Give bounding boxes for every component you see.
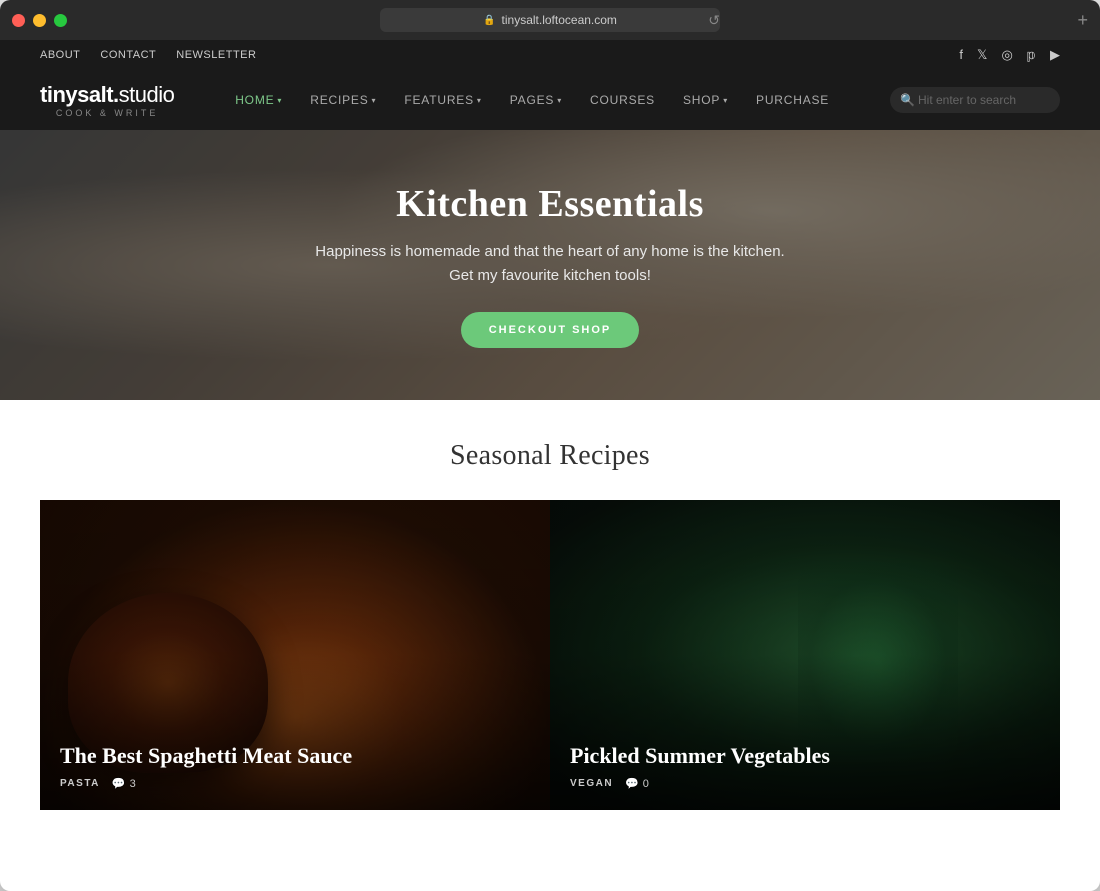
- recipe-title-pasta: The Best Spaghetti Meat Sauce: [60, 743, 530, 769]
- about-link[interactable]: ABOUT: [40, 49, 80, 61]
- nav-home[interactable]: HOME ▾: [223, 85, 294, 115]
- home-arrow-icon: ▾: [277, 96, 282, 105]
- comment-icon-vegan: 💬: [625, 777, 639, 790]
- new-tab-button[interactable]: +: [1077, 10, 1088, 31]
- logo-tagline: COOK & WRITE: [40, 108, 174, 118]
- hero-section: Kitchen Essentials Happiness is homemade…: [0, 130, 1100, 400]
- pages-arrow-icon: ▾: [557, 96, 562, 105]
- instagram-icon[interactable]: ◎: [1001, 47, 1012, 63]
- hero-title: Kitchen Essentials: [315, 182, 784, 226]
- nav-recipes[interactable]: RECIPES ▾: [298, 85, 388, 115]
- youtube-icon[interactable]: ▶: [1050, 47, 1060, 63]
- nav-links: HOME ▾ RECIPES ▾ FEATURES ▾ PAGES ▾ COUR…: [223, 85, 841, 115]
- nav-courses[interactable]: COURSES: [578, 85, 667, 115]
- url-bar[interactable]: 🔒 tinysalt.loftocean.com: [380, 8, 720, 32]
- search-icon: 🔍: [900, 93, 915, 107]
- contact-link[interactable]: CONTACT: [100, 49, 156, 61]
- nav-purchase[interactable]: PURCHASE: [744, 85, 841, 115]
- hero-subtitle: Happiness is homemade and that the heart…: [315, 240, 784, 288]
- hero-content: Kitchen Essentials Happiness is homemade…: [315, 182, 784, 348]
- card-content-left: The Best Spaghetti Meat Sauce PASTA 💬 3: [40, 723, 550, 810]
- mac-window: 🔒 tinysalt.loftocean.com ↺ + ABOUT CONTA…: [0, 0, 1100, 891]
- mac-titlebar: 🔒 tinysalt.loftocean.com ↺ +: [0, 0, 1100, 40]
- checkout-shop-button[interactable]: CHECKOUT SHOP: [461, 312, 640, 348]
- refresh-icon[interactable]: ↺: [708, 12, 720, 29]
- nav-features[interactable]: FEATURES ▾: [392, 85, 493, 115]
- seasonal-section: Seasonal Recipes The Best Spaghetti Meat…: [0, 400, 1100, 810]
- pinterest-icon[interactable]: 𝕡: [1027, 47, 1036, 63]
- search-wrapper: 🔍: [890, 87, 1060, 113]
- recipe-card-pasta[interactable]: The Best Spaghetti Meat Sauce PASTA 💬 3: [40, 500, 550, 810]
- maximize-button[interactable]: [54, 14, 67, 27]
- social-links: f 𝕏 ◎ 𝕡 ▶: [959, 47, 1060, 63]
- recipe-category-vegan: VEGAN: [570, 778, 613, 789]
- facebook-icon[interactable]: f: [959, 47, 963, 63]
- recipe-comments-vegan: 💬 0: [625, 777, 649, 790]
- mac-window-controls: [12, 14, 67, 27]
- minimize-button[interactable]: [33, 14, 46, 27]
- recipe-comments-pasta: 💬 3: [112, 777, 136, 790]
- recipe-title-vegan: Pickled Summer Vegetables: [570, 743, 1040, 769]
- twitter-icon[interactable]: 𝕏: [977, 47, 987, 63]
- util-links: ABOUT CONTACT NEWSLETTER: [40, 49, 256, 61]
- recipe-meta-vegan: VEGAN 💬 0: [570, 777, 1040, 790]
- recipes-arrow-icon: ▾: [372, 96, 377, 105]
- comment-icon-pasta: 💬: [112, 777, 126, 790]
- shop-arrow-icon: ▾: [723, 96, 728, 105]
- lock-icon: 🔒: [483, 15, 495, 26]
- logo-name: tinysalt.studio: [40, 82, 174, 108]
- utility-bar: ABOUT CONTACT NEWSLETTER f 𝕏 ◎ 𝕡 ▶: [0, 40, 1100, 70]
- search-input[interactable]: [890, 87, 1060, 113]
- nav-shop[interactable]: SHOP ▾: [671, 85, 740, 115]
- close-button[interactable]: [12, 14, 25, 27]
- recipe-grid: The Best Spaghetti Meat Sauce PASTA 💬 3: [40, 500, 1060, 810]
- nav-pages[interactable]: PAGES ▾: [498, 85, 574, 115]
- features-arrow-icon: ▾: [477, 96, 482, 105]
- url-text: tinysalt.loftocean.com: [502, 13, 617, 27]
- recipe-card-vegan[interactable]: Pickled Summer Vegetables VEGAN 💬 0: [550, 500, 1060, 810]
- newsletter-link[interactable]: NEWSLETTER: [176, 49, 256, 61]
- recipe-meta-pasta: PASTA 💬 3: [60, 777, 530, 790]
- main-navigation: tinysalt.studio COOK & WRITE HOME ▾ RECI…: [0, 70, 1100, 130]
- recipe-category-pasta: PASTA: [60, 778, 100, 789]
- logo[interactable]: tinysalt.studio COOK & WRITE: [40, 82, 174, 118]
- card-content-right: Pickled Summer Vegetables VEGAN 💬 0: [550, 723, 1060, 810]
- seasonal-title: Seasonal Recipes: [40, 440, 1060, 472]
